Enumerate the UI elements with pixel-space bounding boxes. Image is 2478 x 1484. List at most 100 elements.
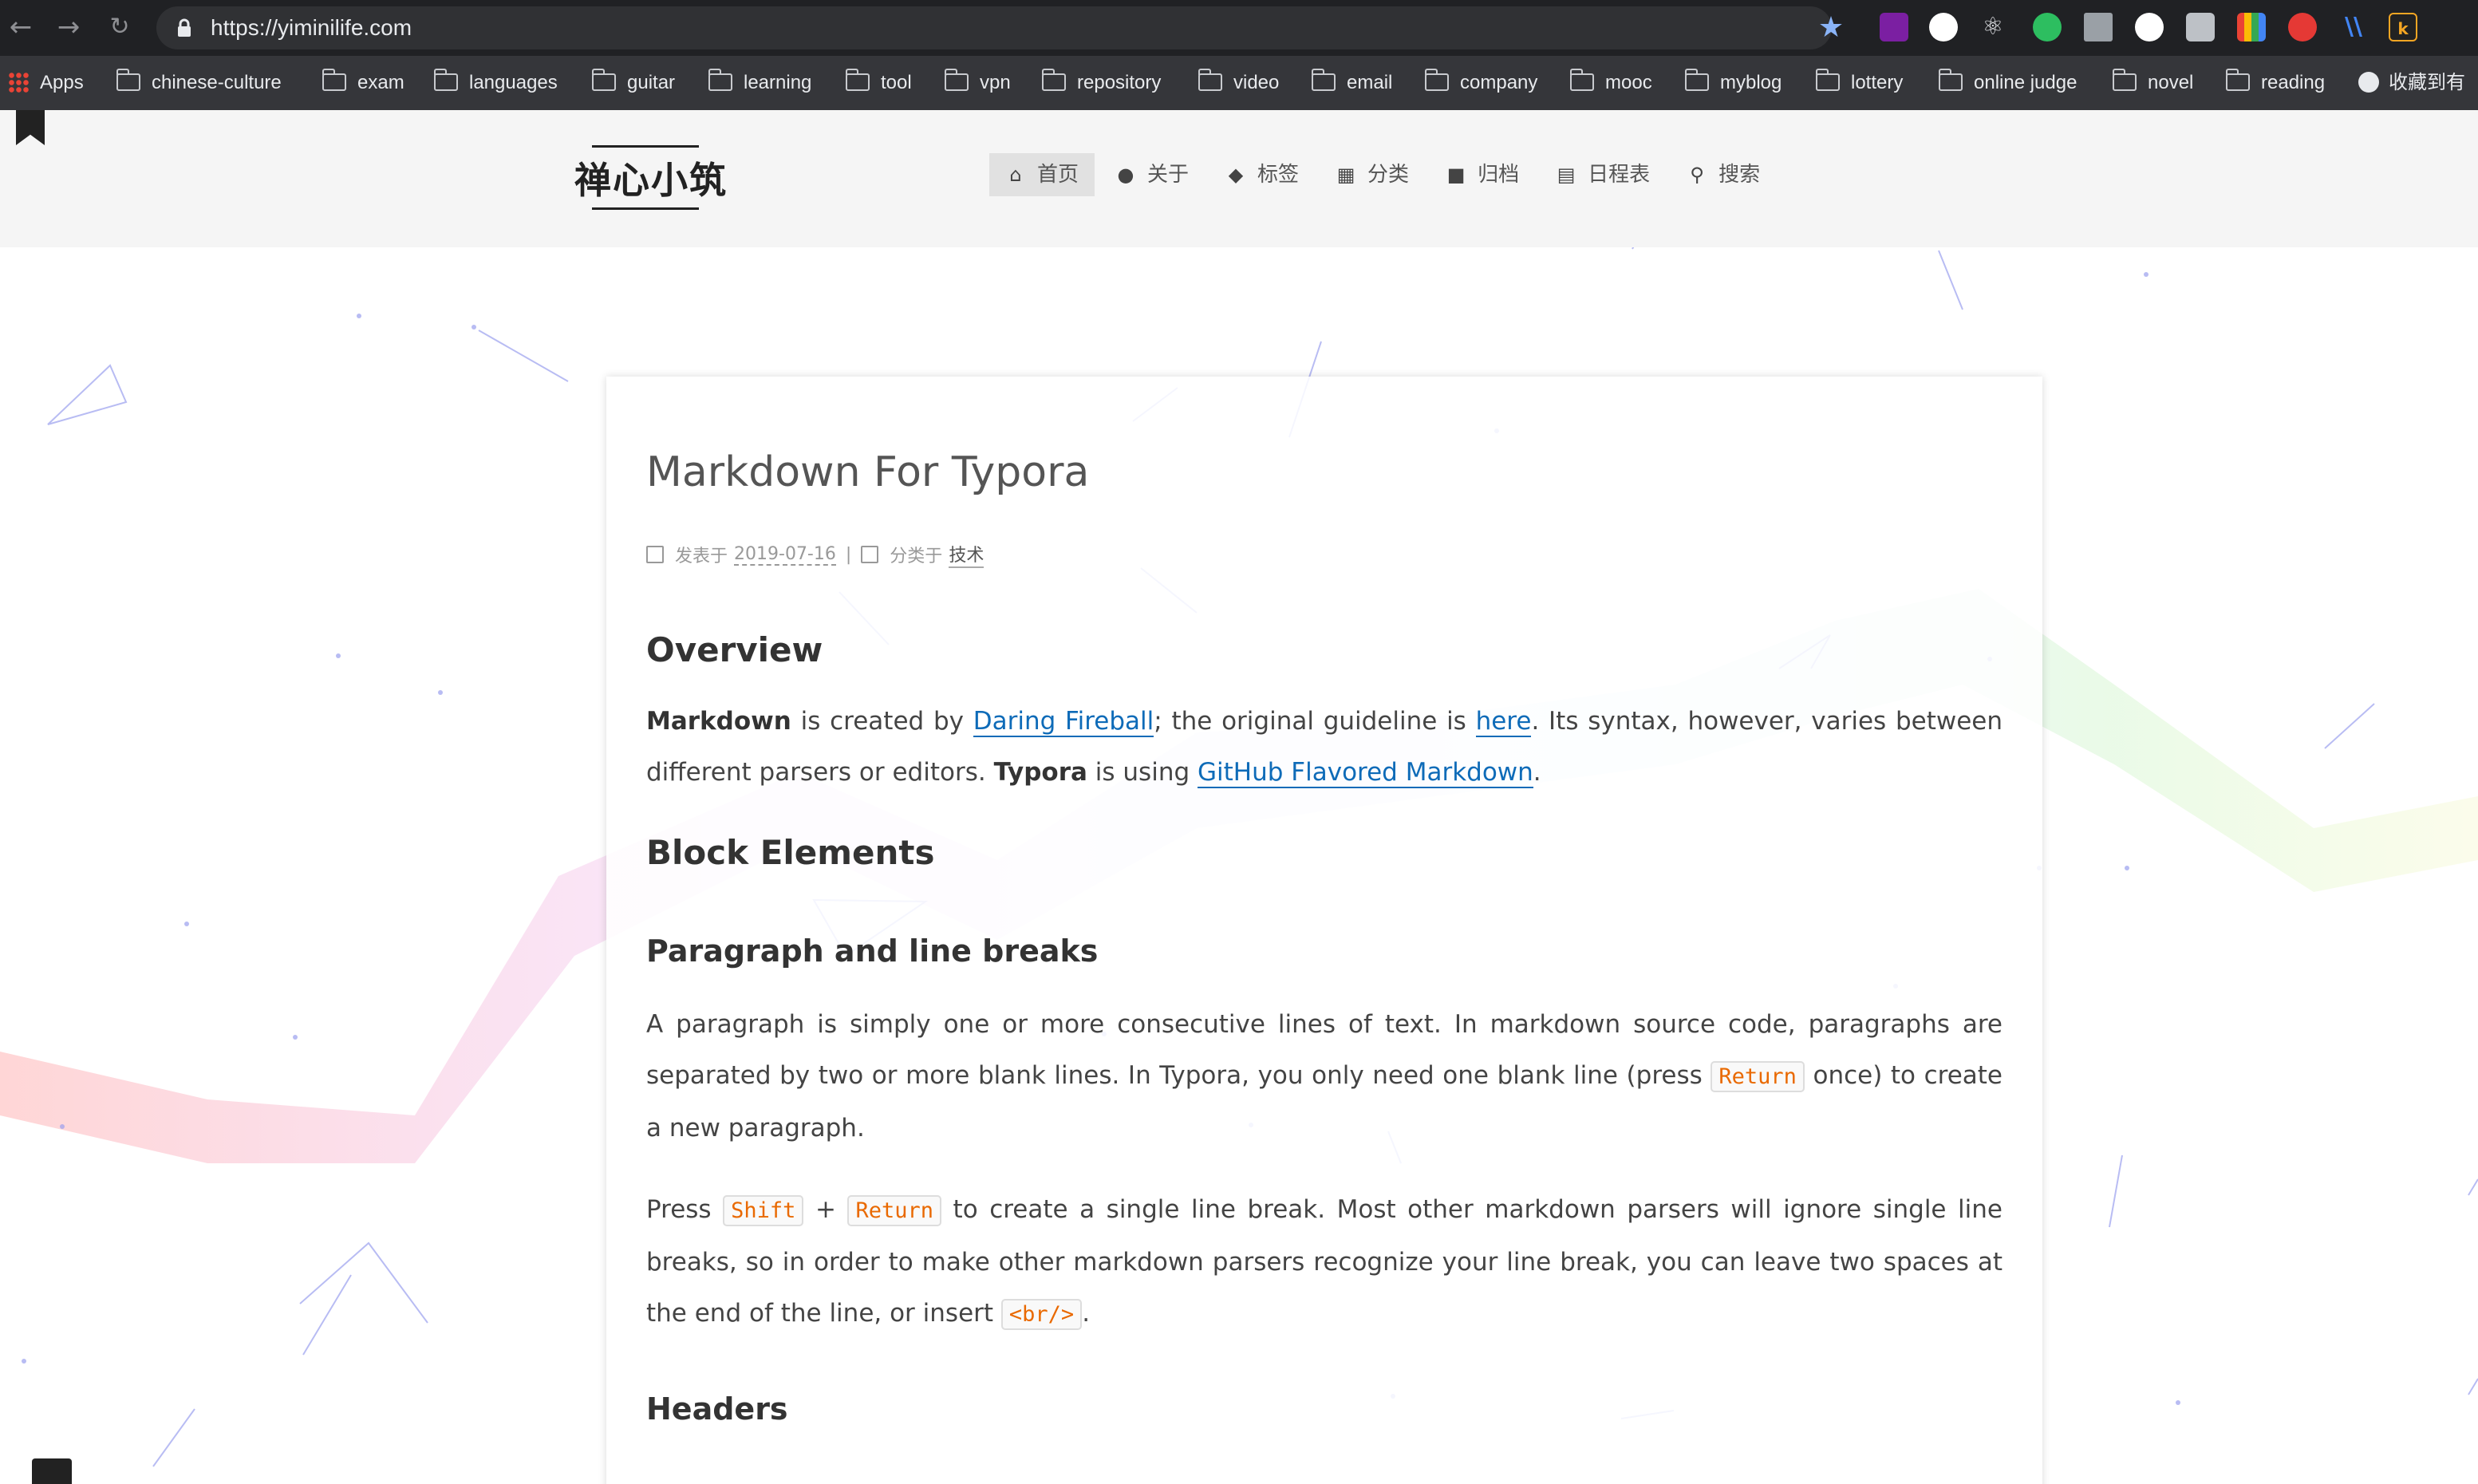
folder-icon	[1938, 68, 1963, 91]
bookmark-label: exam	[357, 72, 404, 93]
bookmark-ribbon-icon[interactable]	[16, 110, 45, 145]
site-title[interactable]: 禅心小筑	[574, 152, 728, 204]
tags-icon: ◆	[1228, 164, 1244, 186]
paragraph-text: is created by	[791, 707, 973, 736]
bookmark-label: repository	[1077, 72, 1162, 93]
bookmark-folder[interactable]: learning	[708, 56, 811, 110]
link-here[interactable]: here	[1475, 707, 1532, 737]
apps-grid-icon	[8, 71, 29, 93]
inline-code: Return	[847, 1195, 941, 1226]
meta-divider: |	[845, 544, 852, 565]
bookmarks-bar: Apps chinese-culture exam languages guit…	[0, 56, 2478, 110]
bookmark-label: chinese-culture	[152, 72, 282, 93]
url-text: https://yiminilife.com	[211, 15, 412, 40]
link-gfm[interactable]: GitHub Flavored Markdown	[1198, 758, 1533, 788]
folder-icon	[116, 68, 140, 91]
paragraph-text: Press	[646, 1195, 724, 1224]
evernote-icon[interactable]	[2033, 13, 2062, 41]
overview-paragraph: Markdown is created by Daring Fireball; …	[646, 696, 2003, 798]
bookmark-folder[interactable]: tool	[845, 56, 912, 110]
site-menu: ⌂ 首页 ● 关于 ◆ 标签 ▦ 分类 ■ 归档 ▤ 日程表 ⚲ 搜索	[989, 153, 1781, 196]
bookmark-folder[interactable]: video	[1198, 56, 1279, 110]
menu-item-categories[interactable]: ▦ 分类	[1320, 153, 1425, 196]
extension-icon[interactable]	[2135, 13, 2164, 41]
search-icon: ⚲	[1690, 164, 1704, 186]
react-devtools-icon[interactable]: ⚛	[1979, 13, 2007, 41]
post-title: Markdown For Typora	[646, 448, 1090, 496]
paragraph-text: ; the original guideline is	[1154, 707, 1476, 736]
bookmark-label: 收藏到有	[2389, 72, 2465, 93]
folder-icon	[1569, 68, 1594, 91]
bookmark-apps[interactable]: Apps	[8, 56, 84, 110]
site-header: 禅心小筑 ⌂ 首页 ● 关于 ◆ 标签 ▦ 分类 ■ 归档 ▤ 日程表 ⚲ 搜索	[0, 110, 2478, 247]
bold-text: Typora	[993, 758, 1087, 787]
bookmark-folder[interactable]: novel	[2112, 56, 2193, 110]
qr-code-icon[interactable]	[2084, 13, 2113, 41]
bold-text: Markdown	[646, 707, 791, 736]
bookmark-folder[interactable]: lottery	[1815, 56, 1903, 110]
folder-icon	[1041, 68, 1066, 91]
menu-label: 关于	[1147, 163, 1190, 187]
bookmark-folder[interactable]: company	[1424, 56, 1538, 110]
bookmark-folder[interactable]: vpn	[944, 56, 1011, 110]
bookmark-label: Apps	[40, 72, 84, 93]
menu-item-archives[interactable]: ■ 归档	[1430, 153, 1535, 196]
bookmark-youdao[interactable]: 收藏到有	[2358, 56, 2465, 110]
forward-icon[interactable]: →	[53, 11, 85, 43]
menu-item-schedule[interactable]: ▤ 日程表	[1540, 153, 1666, 196]
bookmark-label: guitar	[627, 72, 676, 93]
bookmark-folder[interactable]: myblog	[1684, 56, 1782, 110]
bookmark-folder[interactable]: mooc	[1569, 56, 1652, 110]
mail-icon[interactable]	[2186, 13, 2215, 41]
color-picker-icon[interactable]	[2237, 13, 2266, 41]
bookmark-label: mooc	[1605, 72, 1652, 93]
post-date[interactable]: 2019-07-16	[734, 544, 836, 566]
menu-item-home[interactable]: ⌂ 首页	[989, 153, 1095, 196]
menu-item-tags[interactable]: ◆ 标签	[1209, 153, 1315, 196]
back-icon[interactable]: ←	[5, 11, 37, 43]
title-decoration	[592, 207, 699, 210]
bookmark-folder[interactable]: email	[1311, 56, 1393, 110]
kimi-icon[interactable]: k	[2389, 13, 2417, 41]
menu-item-about[interactable]: ● 关于	[1099, 153, 1205, 196]
bookmark-folder[interactable]: chinese-culture	[116, 56, 282, 110]
bookmark-label: languages	[469, 72, 558, 93]
title-decoration	[592, 145, 699, 148]
link-daring-fireball[interactable]: Daring Fireball	[973, 707, 1154, 737]
lock-icon	[178, 18, 191, 37]
heading-block-elements: Block Elements	[646, 833, 935, 872]
paragraph-text: +	[803, 1195, 848, 1224]
menu-label: 分类	[1367, 163, 1410, 187]
extension-icon[interactable]	[1880, 13, 1908, 41]
chat-icon[interactable]	[32, 1458, 72, 1484]
extension-icon[interactable]	[1929, 13, 1958, 41]
bookmark-folder[interactable]: repository	[1041, 56, 1162, 110]
bookmark-label: company	[1460, 72, 1538, 93]
bookmark-label: email	[1347, 72, 1393, 93]
bookmark-label: vpn	[980, 72, 1011, 93]
bookmark-folder[interactable]: guitar	[591, 56, 676, 110]
menu-item-search[interactable]: ⚲ 搜索	[1671, 153, 1776, 196]
paragraph-text: is using	[1087, 758, 1198, 787]
bookmark-folder[interactable]: online judge	[1938, 56, 2077, 110]
bookmark-folder[interactable]: reading	[2225, 56, 2325, 110]
heading-headers: Headers	[646, 1391, 788, 1427]
bookmark-star-icon[interactable]: ★	[1813, 10, 1849, 46]
bookmark-label: learning	[744, 72, 812, 93]
globe-icon	[2358, 71, 2379, 93]
address-bar[interactable]: https://yiminilife.com	[156, 6, 1832, 49]
bookmark-label: online judge	[1974, 72, 2077, 93]
calendar-icon	[646, 546, 664, 563]
folder-icon	[944, 68, 969, 91]
paragraph-2: Press Shift + Return to create a single …	[646, 1184, 2003, 1340]
category-link[interactable]: 技术	[949, 541, 984, 568]
menu-label: 标签	[1257, 163, 1300, 187]
bookmark-folder[interactable]: languages	[433, 56, 558, 110]
inline-code: Return	[1711, 1061, 1805, 1092]
extension-icon[interactable]	[2288, 13, 2317, 41]
reload-icon[interactable]: ↻	[104, 11, 136, 43]
bookmark-folder[interactable]: exam	[322, 56, 404, 110]
vimium-icon[interactable]: \\	[2339, 13, 2368, 41]
paragraph-1: A paragraph is simply one or more consec…	[646, 999, 2003, 1154]
inline-code: Shift	[723, 1195, 804, 1226]
